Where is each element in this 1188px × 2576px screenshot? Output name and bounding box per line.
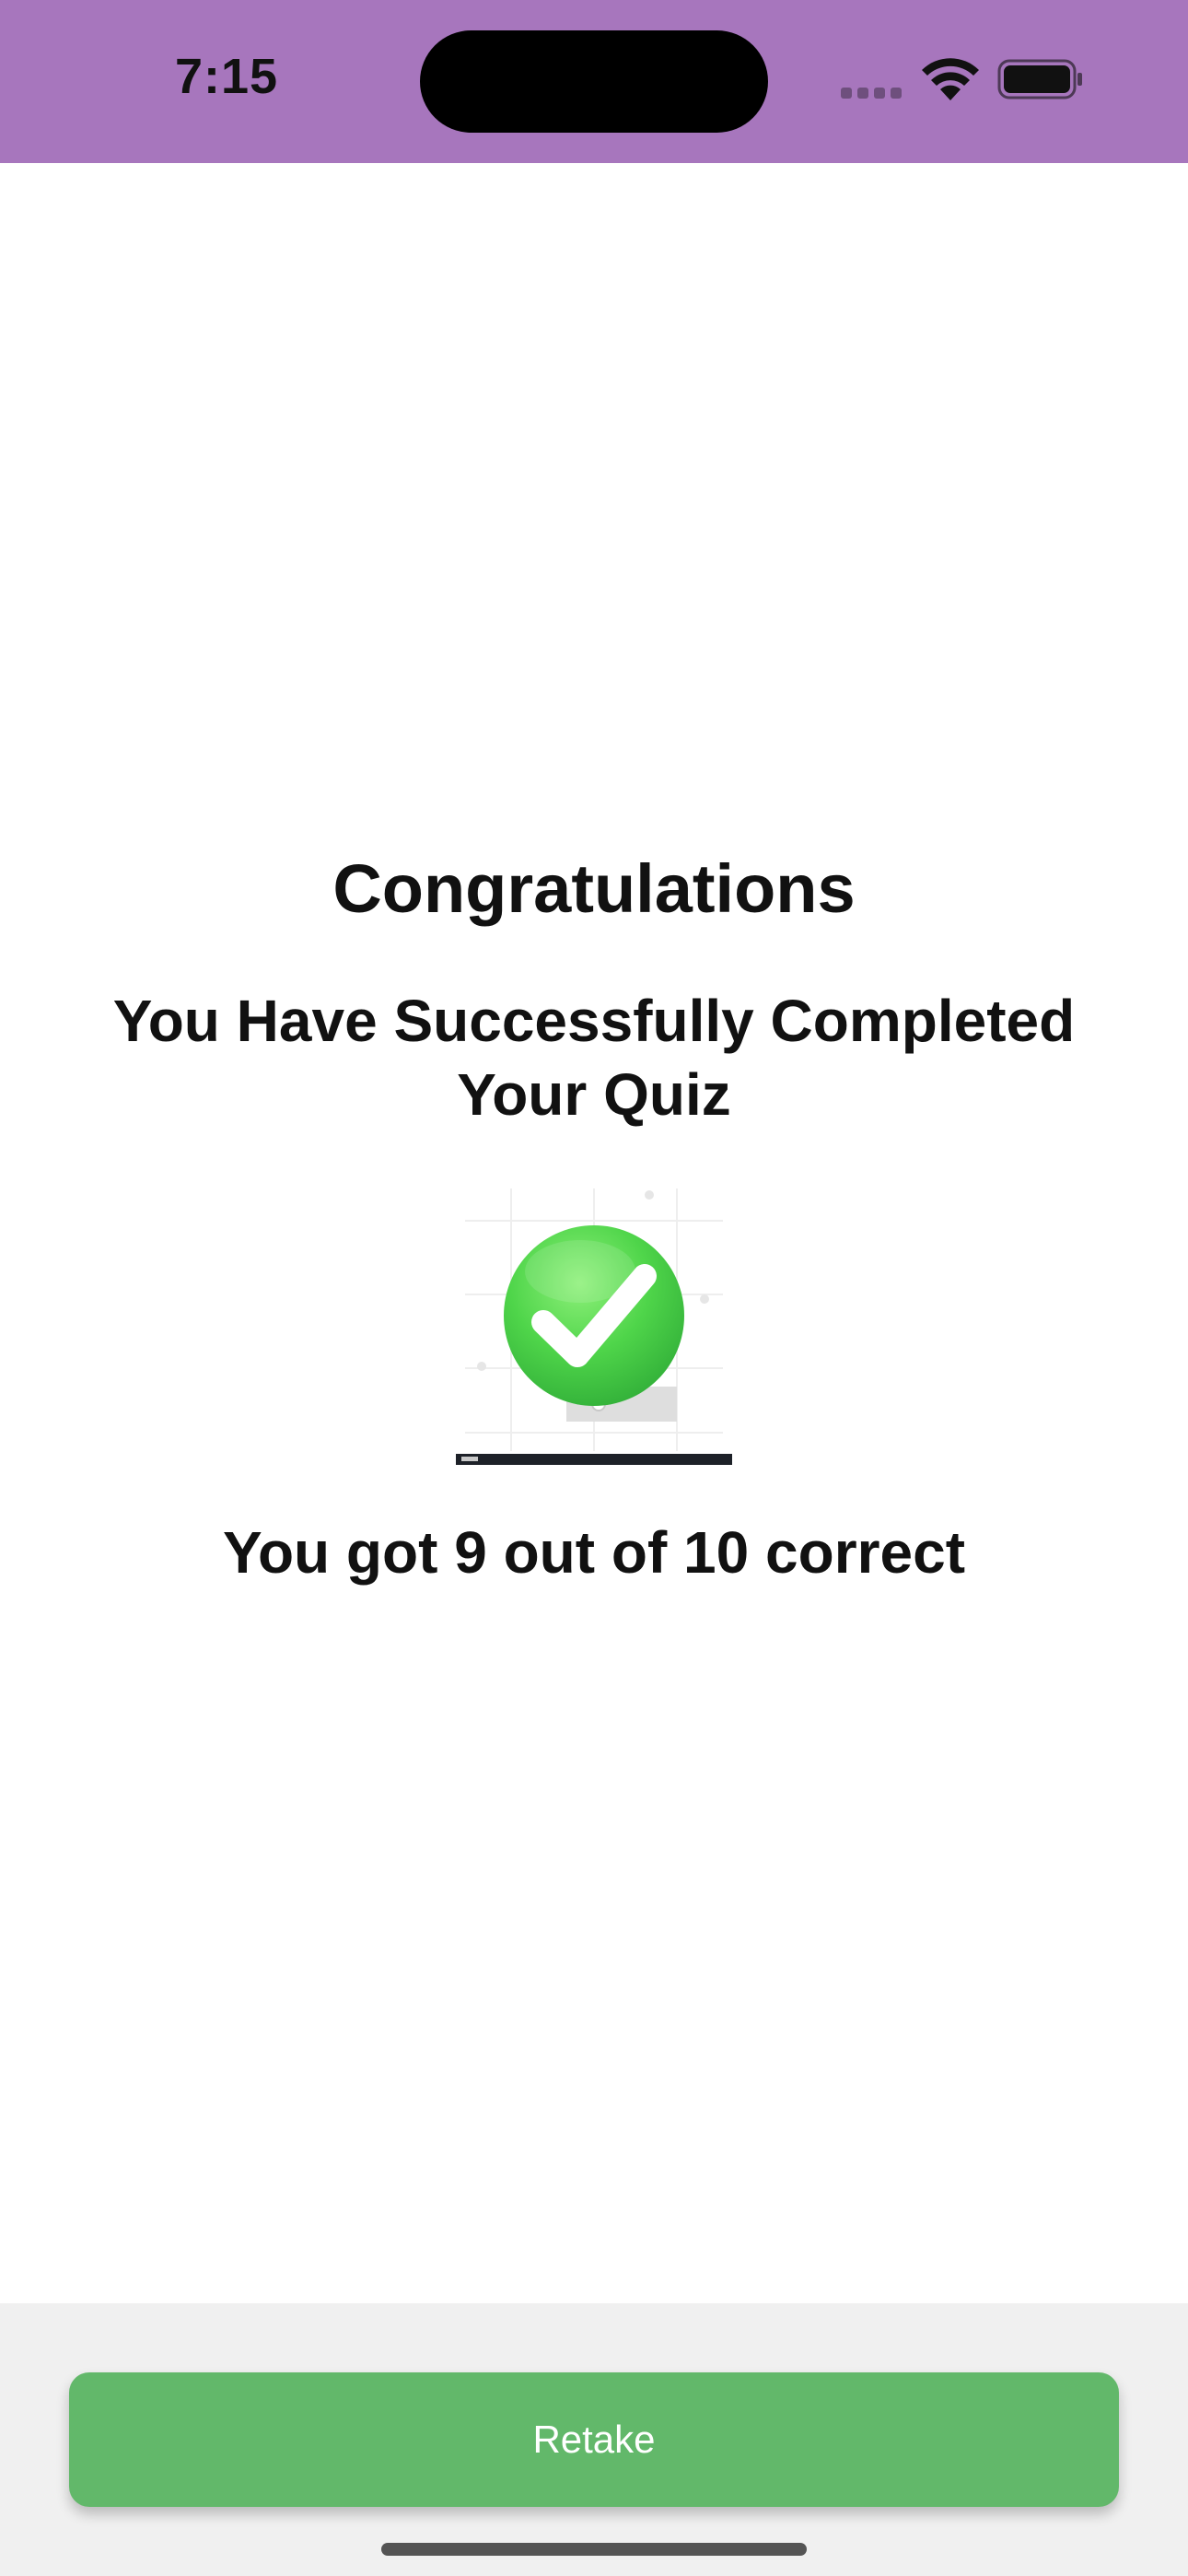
cellular-icon: [841, 88, 902, 99]
dynamic-island: [420, 30, 768, 133]
score-text: You got 9 out of 10 correct: [223, 1519, 965, 1586]
status-time: 7:15: [175, 49, 279, 104]
completion-subtitle: You Have Successfully Completed Your Qui…: [112, 988, 1076, 1128]
green-checkmark-icon: [456, 1184, 732, 1465]
status-bar: 7:15: [0, 0, 1188, 163]
retake-button[interactable]: Retake: [69, 2372, 1119, 2507]
battery-icon: [997, 59, 1082, 100]
home-indicator[interactable]: [381, 2543, 807, 2556]
wifi-icon: [922, 58, 979, 100]
congratulations-title: Congratulations: [332, 850, 856, 927]
